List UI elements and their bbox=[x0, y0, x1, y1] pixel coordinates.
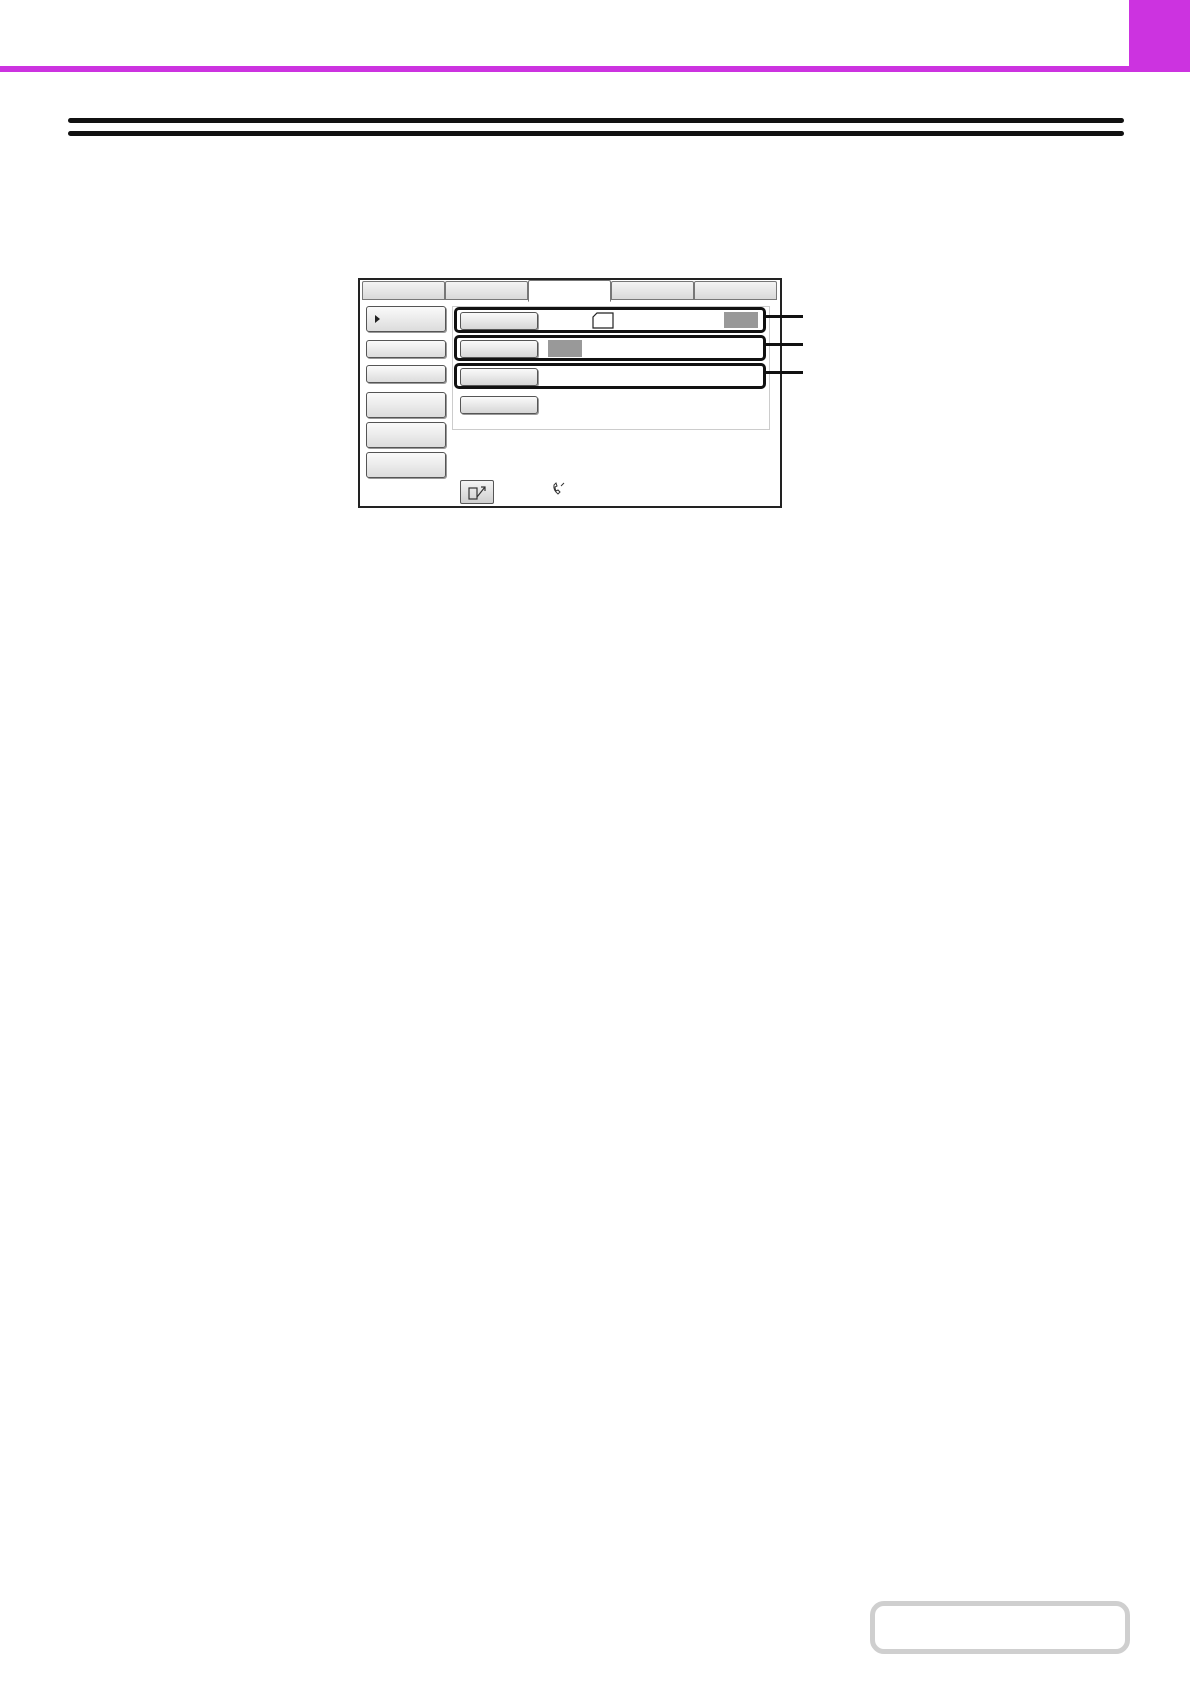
fax-status-icon bbox=[553, 482, 565, 495]
side-button-1-selected[interactable] bbox=[366, 306, 446, 332]
screen-illustration bbox=[358, 278, 782, 508]
callout-leader-2 bbox=[765, 343, 803, 346]
tab-2[interactable] bbox=[445, 281, 528, 300]
side-button-5[interactable] bbox=[366, 422, 446, 448]
tab-5[interactable] bbox=[694, 281, 777, 300]
home-icon bbox=[468, 486, 486, 500]
tab-4[interactable] bbox=[611, 281, 694, 300]
callout-frame-3 bbox=[454, 363, 766, 389]
side-button-3[interactable] bbox=[366, 365, 446, 383]
side-button-4[interactable] bbox=[366, 392, 446, 418]
tab-bar bbox=[360, 280, 780, 302]
side-button-6[interactable] bbox=[366, 452, 446, 478]
section-rule-bottom bbox=[68, 131, 1124, 136]
contents-button[interactable] bbox=[870, 1601, 1130, 1654]
callout-leader-3 bbox=[765, 371, 803, 374]
page-header-bar bbox=[0, 0, 1190, 72]
section-rule-top bbox=[68, 118, 1124, 123]
page-header-tab bbox=[1129, 0, 1190, 72]
side-button-2[interactable] bbox=[366, 340, 446, 358]
tab-3-active[interactable] bbox=[528, 280, 611, 302]
setting-button-4[interactable] bbox=[460, 396, 538, 414]
tab-1[interactable] bbox=[362, 281, 445, 300]
callout-frame-2 bbox=[454, 335, 766, 361]
arrow-right-icon bbox=[375, 315, 380, 323]
callout-frame-1 bbox=[454, 307, 766, 333]
callout-leader-1 bbox=[765, 315, 803, 318]
home-button[interactable] bbox=[460, 480, 494, 504]
